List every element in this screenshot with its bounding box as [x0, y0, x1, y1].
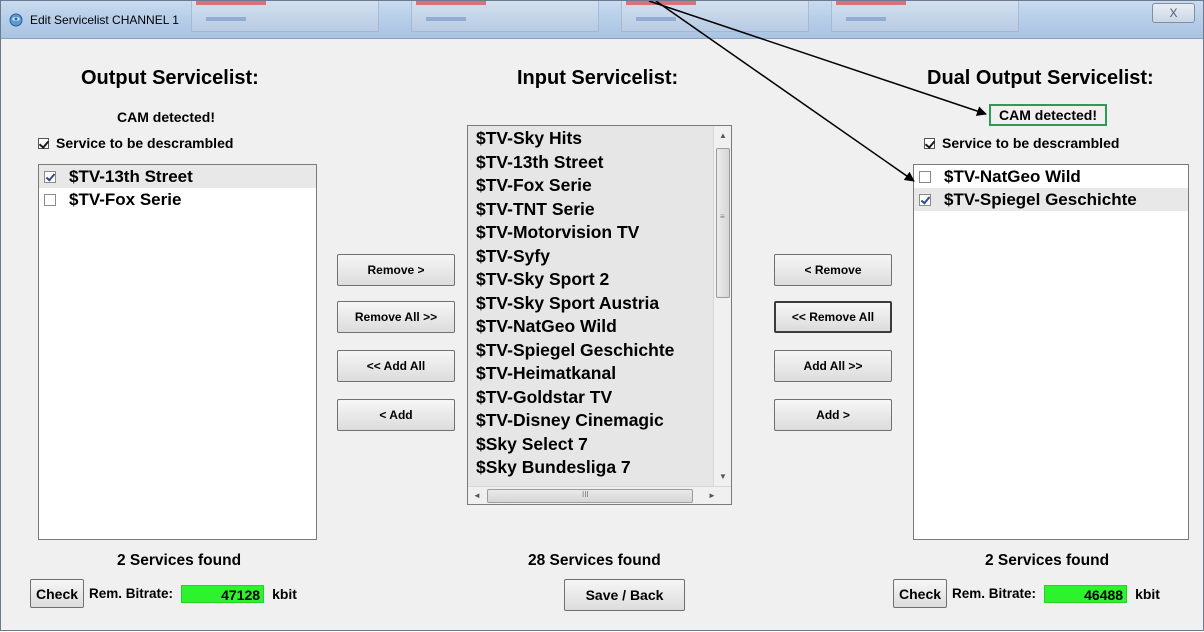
input-service-item[interactable]: $TV-Spiegel Geschichte: [468, 339, 731, 363]
dual-service-name: $TV-Spiegel Geschichte: [944, 189, 1137, 209]
output-service-list[interactable]: $TV-13th Street $TV-Fox Serie: [38, 164, 317, 540]
checkbox-icon[interactable]: [44, 193, 56, 206]
input-service-list[interactable]: $TV-Sky Hits $TV-13th Street $TV-Fox Ser…: [467, 125, 732, 505]
output-service-item[interactable]: $TV-Fox Serie: [39, 188, 316, 211]
dual-descramble-label: Service to be descrambled: [942, 135, 1120, 151]
remove-button-left[interactable]: Remove >: [337, 254, 455, 286]
input-service-count: 28 Services found: [528, 552, 661, 569]
output-bitrate-unit: kbit: [272, 585, 297, 602]
output-bitrate-value: 47128: [181, 584, 265, 603]
input-service-item[interactable]: $TV-Motorvision TV: [468, 221, 731, 245]
scroll-up-icon[interactable]: ▲: [719, 131, 727, 140]
input-service-item[interactable]: $TV-Goldstar TV: [468, 386, 731, 410]
output-servicelist-heading: Output Servicelist:: [81, 67, 259, 89]
scroll-down-icon[interactable]: ▼: [719, 472, 727, 481]
input-service-item[interactable]: $TV-Fox Serie: [468, 174, 731, 198]
save-back-button[interactable]: Save / Back: [564, 579, 685, 611]
output-bitrate-label: Rem. Bitrate:: [89, 586, 174, 601]
scroll-left-icon[interactable]: ◄: [473, 491, 481, 500]
dual-check-button[interactable]: Check: [893, 579, 948, 608]
background-window-ghost: [831, 1, 1019, 32]
checkbox-icon[interactable]: [919, 193, 931, 206]
output-service-count: 2 Services found: [117, 552, 242, 569]
output-cam-status: CAM detected!: [117, 109, 216, 125]
input-service-item[interactable]: $TV-Disney Cinemagic: [468, 409, 731, 433]
title-bar: Edit Servicelist CHANNEL 1 X: [1, 1, 1203, 39]
app-icon: [9, 13, 23, 27]
dual-bitrate-row: Check Rem. Bitrate: 46488 kbit: [893, 579, 1160, 608]
remove-all-button-left[interactable]: Remove All >>: [337, 301, 455, 333]
add-button-right[interactable]: Add >: [774, 399, 892, 431]
add-all-button-right[interactable]: Add All >>: [774, 350, 892, 382]
add-button-left[interactable]: < Add: [337, 399, 455, 431]
input-service-item[interactable]: $TV-NatGeo Wild: [468, 315, 731, 339]
vertical-scroll-thumb[interactable]: ≡: [716, 148, 730, 298]
window-title: Edit Servicelist CHANNEL 1: [30, 13, 179, 27]
background-window-ghost: [411, 1, 599, 32]
input-service-item[interactable]: $Sky Select 7: [468, 433, 731, 457]
grip-icon: III: [582, 490, 589, 499]
scroll-right-icon[interactable]: ►: [708, 491, 716, 500]
dual-bitrate-unit: kbit: [1135, 585, 1160, 602]
input-service-item[interactable]: $TV-Syfy: [468, 245, 731, 269]
checkbox-icon[interactable]: [38, 137, 49, 149]
input-servicelist-heading: Input Servicelist:: [517, 67, 679, 89]
input-service-item[interactable]: $TV-Sky Sport 2: [468, 268, 731, 292]
dual-service-item[interactable]: $TV-Spiegel Geschichte: [914, 188, 1188, 211]
output-descramble-checkbox[interactable]: Service to be descrambled: [38, 135, 233, 151]
dual-cam-status: CAM detected!: [989, 104, 1108, 126]
output-service-item[interactable]: $TV-13th Street: [39, 165, 316, 188]
dual-output-servicelist-heading: Dual Output Servicelist:: [927, 67, 1154, 89]
horizontal-scroll-thumb[interactable]: III: [487, 489, 693, 503]
output-bitrate-row: Check Rem. Bitrate: 47128 kbit: [30, 579, 297, 608]
close-button[interactable]: X: [1152, 3, 1195, 23]
output-service-name: $TV-13th Street: [69, 166, 193, 186]
input-service-item[interactable]: $TV-TNT Serie: [468, 198, 731, 222]
dual-service-item[interactable]: $TV-NatGeo Wild: [914, 165, 1188, 188]
output-check-button[interactable]: Check: [30, 579, 85, 608]
vertical-scrollbar[interactable]: ▲ ≡ ▼: [713, 126, 731, 488]
output-descramble-label: Service to be descrambled: [56, 135, 234, 151]
background-window-ghost: [191, 1, 379, 32]
horizontal-scrollbar[interactable]: ◄ III ►: [468, 486, 731, 504]
add-all-button-left[interactable]: << Add All: [337, 350, 455, 382]
dual-service-count: 2 Services found: [985, 552, 1110, 569]
grip-icon: ≡: [720, 212, 725, 221]
input-service-item[interactable]: $TV-Heimatkanal: [468, 362, 731, 386]
remove-button-right[interactable]: < Remove: [774, 254, 892, 286]
dual-service-list[interactable]: $TV-NatGeo Wild $TV-Spiegel Geschichte: [913, 164, 1189, 540]
background-window-ghost: [621, 1, 809, 32]
edit-servicelist-window: Edit Servicelist CHANNEL 1 X Output Serv…: [0, 0, 1204, 631]
output-service-name: $TV-Fox Serie: [69, 189, 182, 209]
checkbox-icon[interactable]: [919, 170, 931, 183]
dual-bitrate-value: 46488: [1044, 584, 1128, 603]
checkbox-icon[interactable]: [924, 137, 935, 149]
dual-descramble-checkbox[interactable]: Service to be descrambled: [924, 135, 1119, 151]
input-service-item[interactable]: $TV-Sky Hits: [468, 127, 731, 151]
dual-bitrate-label: Rem. Bitrate:: [952, 586, 1037, 601]
remove-all-button-right[interactable]: << Remove All: [774, 301, 892, 333]
dual-service-name: $TV-NatGeo Wild: [944, 166, 1081, 186]
input-service-item[interactable]: $Sky Bundesliga 7: [468, 456, 731, 480]
input-service-item[interactable]: $TV-13th Street: [468, 151, 731, 175]
close-icon[interactable]: X: [1169, 6, 1177, 20]
checkbox-icon[interactable]: [44, 170, 56, 183]
input-service-item[interactable]: $TV-Sky Sport Austria: [468, 292, 731, 316]
